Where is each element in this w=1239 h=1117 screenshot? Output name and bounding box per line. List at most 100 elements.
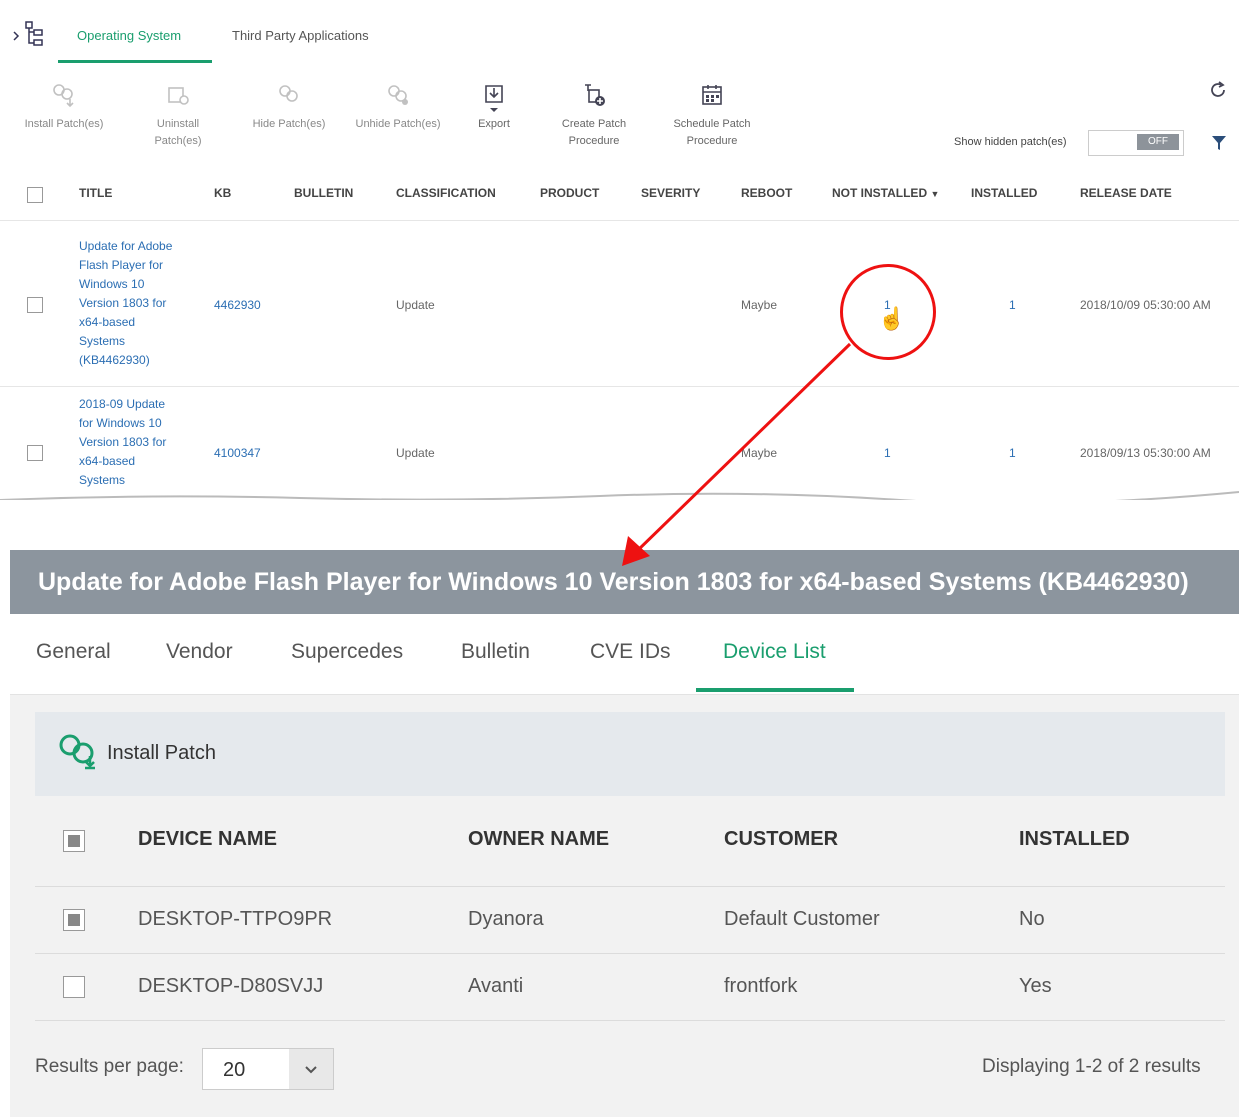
- table-row[interactable]: DESKTOP-D80SVJJ Avanti frontfork Yes: [35, 954, 1225, 1021]
- pointer-hand-icon: ☝: [878, 306, 906, 331]
- torn-edge: [0, 491, 1239, 500]
- not-installed-count-link[interactable]: 1: [884, 446, 891, 460]
- patch-title-link[interactable]: 2018-09 Update for Windows 10 Version 18…: [79, 395, 199, 490]
- column-header-customer[interactable]: CUSTOMER: [724, 828, 838, 851]
- install-patch-label: Install Patch: [107, 742, 216, 764]
- schedule-procedure-icon: [662, 82, 762, 108]
- row-checkbox[interactable]: [63, 976, 85, 998]
- column-header-owner-name[interactable]: OWNER NAME: [468, 828, 609, 851]
- installed-status: No: [1019, 908, 1045, 930]
- hide-patches-button[interactable]: Hide Patch(es): [244, 82, 334, 133]
- chevron-down-icon[interactable]: [289, 1049, 333, 1089]
- sort-desc-icon: ▼: [930, 189, 940, 199]
- filter-icon[interactable]: [1211, 134, 1227, 157]
- install-patches-button[interactable]: Install Patch(es): [16, 82, 112, 133]
- column-header-severity[interactable]: SEVERITY: [641, 186, 700, 200]
- uninstall-patch-icon: [140, 82, 216, 108]
- results-summary: Displaying 1-2 of 2 results: [982, 1056, 1201, 1077]
- export-label: Export: [478, 118, 510, 130]
- table-row[interactable]: DESKTOP-TTPO9PR Dyanora Default Customer…: [35, 887, 1225, 954]
- tab-bulletin[interactable]: Bulletin: [461, 640, 530, 664]
- row-divider: [0, 386, 1239, 387]
- active-tab-indicator: [58, 60, 212, 63]
- reboot-value: Maybe: [741, 298, 778, 312]
- column-header-device-name[interactable]: DEVICE NAME: [138, 828, 277, 851]
- unhide-patches-button[interactable]: Unhide Patch(es): [346, 82, 450, 133]
- column-header-release-date[interactable]: RELEASE DATE: [1080, 186, 1172, 200]
- patch-title-line: for Windows 10: [79, 416, 162, 430]
- installed-count-link[interactable]: 1: [1009, 298, 1016, 312]
- installed-status: Yes: [1019, 975, 1052, 997]
- installed-count-link[interactable]: 1: [1009, 446, 1016, 460]
- results-per-page-label: Results per page:: [35, 1056, 184, 1077]
- patch-title-line: Systems: [79, 334, 126, 348]
- refresh-icon[interactable]: [1208, 80, 1228, 105]
- patch-title-line: (KB4462930): [79, 353, 150, 367]
- column-header-not-installed[interactable]: NOT INSTALLED ▼: [832, 186, 939, 200]
- export-button[interactable]: Export: [470, 82, 518, 133]
- release-date-value: 2018/09/13 05:30:00 AM: [1080, 446, 1211, 460]
- tab-cve-ids[interactable]: CVE IDs: [590, 640, 671, 664]
- create-procedure-label-line1: Create Patch: [561, 118, 627, 130]
- patch-detail-dialog: Update for Adobe Flash Player for Window…: [10, 550, 1239, 1117]
- column-header-installed[interactable]: INSTALLED: [1019, 828, 1130, 851]
- tree-icon[interactable]: [12, 20, 46, 50]
- uninstall-patches-label-line1: Uninstall: [156, 118, 200, 130]
- select-all-checkbox[interactable]: [27, 187, 43, 203]
- uninstall-patches-button[interactable]: Uninstall Patch(es): [140, 82, 216, 150]
- row-checkbox[interactable]: [27, 445, 43, 461]
- select-all-devices-checkbox[interactable]: [63, 830, 85, 852]
- toggle-state: OFF: [1137, 134, 1179, 150]
- tab-device-list[interactable]: Device List: [723, 640, 826, 664]
- customer-name: frontfork: [724, 975, 798, 997]
- schedule-procedure-label-line2: Procedure: [686, 135, 738, 147]
- patch-title-line: Flash Player for: [79, 258, 164, 272]
- release-date-value: 2018/10/09 05:30:00 AM: [1080, 298, 1211, 312]
- patch-title-line: Update for Adobe: [79, 239, 173, 253]
- create-patch-procedure-button[interactable]: Create Patch Procedure: [550, 82, 638, 150]
- active-tab-indicator: [696, 688, 854, 692]
- install-patch-icon: [16, 82, 112, 108]
- kb-link[interactable]: 4100347: [214, 446, 261, 460]
- column-header-kb[interactable]: KB: [214, 186, 231, 200]
- schedule-patch-procedure-button[interactable]: Schedule Patch Procedure: [662, 82, 762, 150]
- install-patches-label: Install Patch(es): [24, 118, 104, 130]
- classification-value: Update: [396, 446, 435, 460]
- install-patch-icon: [57, 732, 103, 775]
- unhide-patches-label: Unhide Patch(es): [355, 118, 441, 130]
- column-header-installed[interactable]: INSTALLED: [971, 186, 1037, 200]
- row-checkbox[interactable]: [27, 297, 43, 313]
- create-procedure-label-line2: Procedure: [568, 135, 620, 147]
- unhide-patch-icon: [346, 82, 450, 108]
- dialog-title: Update for Adobe Flash Player for Window…: [38, 568, 1189, 596]
- detail-tabs: General Vendor Supercedes Bulletin CVE I…: [10, 614, 1239, 695]
- patch-title-link[interactable]: Update for Adobe Flash Player for Window…: [79, 237, 199, 370]
- owner-name: Dyanora: [468, 908, 544, 930]
- tab-third-party-applications[interactable]: Third Party Applications: [232, 28, 369, 43]
- tab-general[interactable]: General: [36, 640, 111, 664]
- dialog-header: Update for Adobe Flash Player for Window…: [10, 550, 1239, 614]
- show-hidden-toggle[interactable]: OFF: [1088, 130, 1184, 156]
- column-header-not-installed-label: NOT INSTALLED: [832, 186, 928, 200]
- column-header-title[interactable]: TITLE: [79, 186, 112, 200]
- tab-operating-system[interactable]: Operating System: [77, 28, 181, 43]
- results-per-page-value: 20: [223, 1059, 246, 1081]
- device-table-header: DEVICE NAME OWNER NAME CUSTOMER INSTALLE…: [35, 796, 1225, 887]
- kb-link[interactable]: 4462930: [214, 298, 261, 312]
- results-per-page-select[interactable]: 20: [202, 1048, 334, 1090]
- column-header-classification[interactable]: CLASSIFICATION: [396, 186, 496, 200]
- tab-vendor[interactable]: Vendor: [166, 640, 233, 664]
- row-checkbox[interactable]: [63, 909, 85, 931]
- column-header-product[interactable]: PRODUCT: [540, 186, 599, 200]
- owner-name: Avanti: [468, 975, 524, 997]
- column-header-reboot[interactable]: REBOOT: [741, 186, 792, 200]
- patch-title-line: 2018-09 Update: [79, 397, 166, 411]
- patch-title-line: Version 1803 for: [79, 296, 167, 310]
- create-procedure-icon: [550, 82, 638, 108]
- patch-title-line: x64-based: [79, 454, 136, 468]
- export-icon: [470, 82, 518, 112]
- install-patch-button[interactable]: Install Patch: [35, 712, 1225, 796]
- column-header-bulletin[interactable]: BULLETIN: [294, 186, 353, 200]
- hide-patches-label: Hide Patch(es): [252, 118, 326, 130]
- tab-supercedes[interactable]: Supercedes: [291, 640, 403, 664]
